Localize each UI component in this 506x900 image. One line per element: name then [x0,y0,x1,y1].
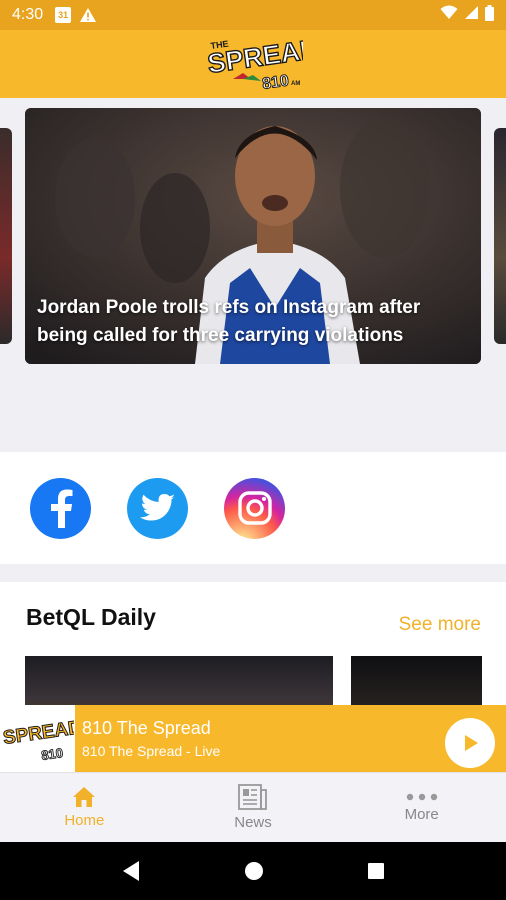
status-bar: 4:30 31 [0,0,506,30]
station-subtitle: 810 The Spread - Live [82,743,221,759]
bottom-nav: Home News More [0,772,506,842]
home-icon [73,787,96,807]
nav-home-label: Home [64,812,105,829]
back-icon[interactable] [121,860,141,882]
signal-icon [464,5,479,25]
more-icon [406,793,437,801]
play-button[interactable] [445,718,495,768]
player-logo-spread: SPREAD [2,717,74,749]
facebook-icon[interactable] [30,477,91,539]
player-logo-810: 810 [40,745,64,763]
nav-news-label: News [234,814,272,831]
section-title: BetQL Daily [26,604,156,630]
betql-section: BetQL Daily See more [0,582,506,716]
status-right-icons [440,4,494,26]
nav-news[interactable]: News [169,773,338,842]
home-circle-icon[interactable] [244,861,264,881]
news-carousel[interactable]: Jordan Poole trolls refs on Instagram af… [0,98,506,452]
play-icon [465,735,478,751]
instagram-icon[interactable] [224,477,285,539]
carousel-prev-card[interactable] [0,128,12,344]
mini-player[interactable]: SPREAD 810 810 The Spread 810 The Spread… [0,705,506,772]
app-screen: 4:30 31 THE SPREAD 810 AM Jordan Poole t… [0,0,506,900]
hero-news-card[interactable]: Jordan Poole trolls refs on Instagram af… [25,108,481,364]
twitter-icon[interactable] [127,477,188,539]
recents-icon[interactable] [367,862,385,880]
app-header: THE SPREAD 810 AM [0,30,506,98]
nav-home[interactable]: Home [0,773,169,842]
warning-icon [79,7,97,23]
battery-icon [485,4,494,26]
system-nav-bar [0,842,506,900]
station-logo: THE SPREAD 810 AM [205,35,303,93]
nav-more-label: More [404,806,439,823]
news-icon [238,784,267,810]
calendar-day: 31 [55,7,72,23]
see-more-link[interactable]: See more [399,614,481,636]
player-station-logo: SPREAD 810 [0,705,75,772]
social-links [0,452,506,564]
station-name: 810 The Spread [82,718,211,738]
wifi-icon [440,5,458,25]
logo-am: AM [291,81,300,87]
player-text: 810 The Spread 810 The Spread - Live [82,718,220,759]
logo-810: 810 [261,72,290,93]
status-time: 4:30 [12,6,44,23]
hero-headline[interactable]: Jordan Poole trolls refs on Instagram af… [37,294,469,350]
nav-more[interactable]: More [337,773,506,842]
carousel-next-card[interactable] [494,128,506,344]
calendar-icon: 31 [55,7,72,23]
